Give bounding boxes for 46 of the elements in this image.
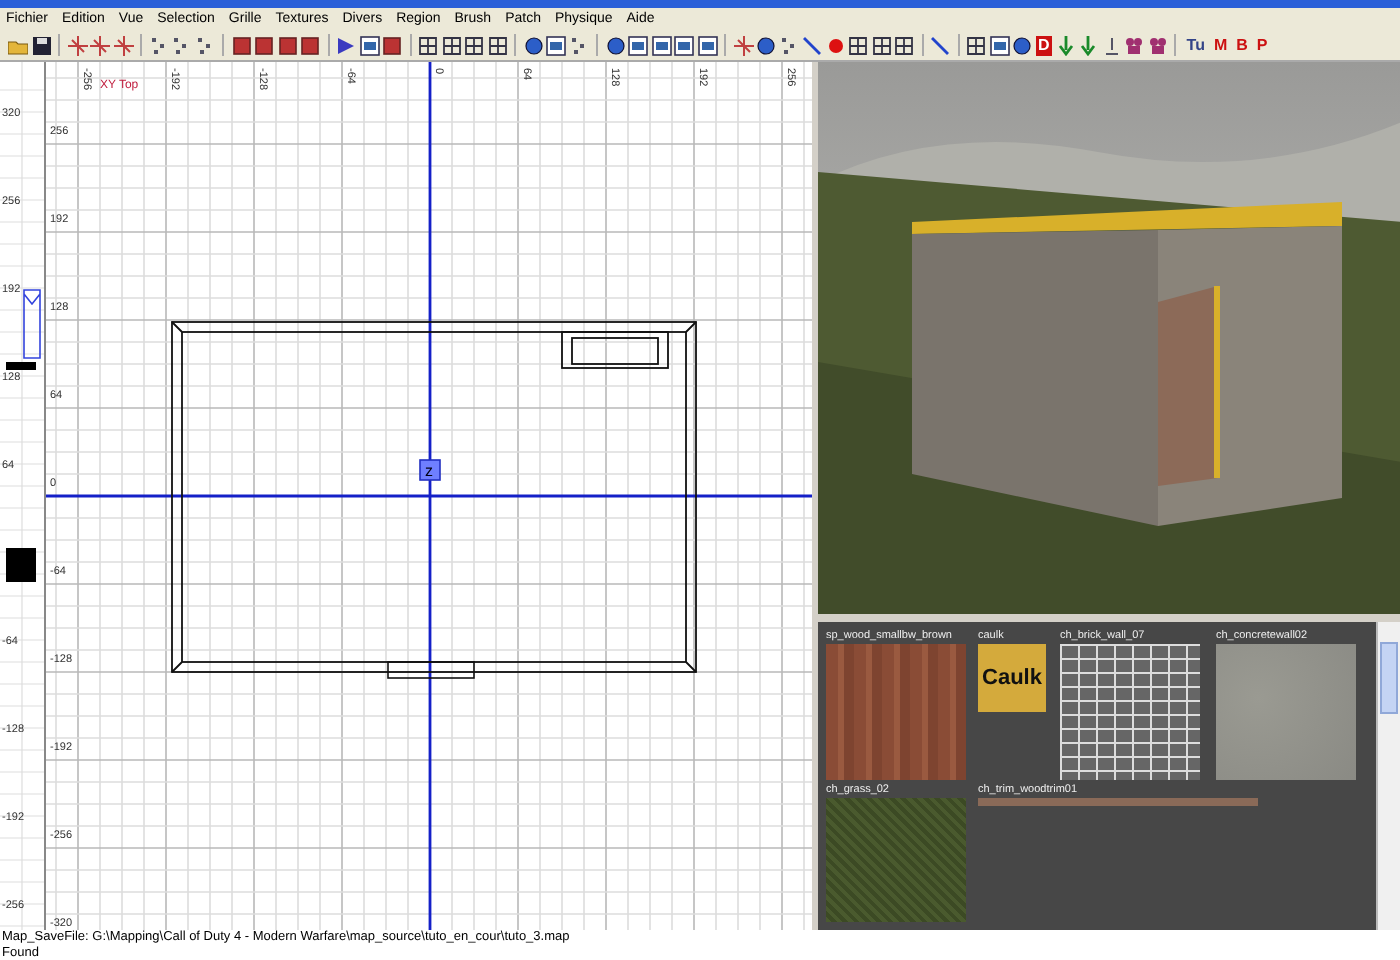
z-marker-label: z — [425, 462, 433, 480]
caulk-texture-tile[interactable]: Caulk — [978, 644, 1046, 712]
brush-outline — [23, 289, 41, 359]
grid-icon[interactable] — [441, 35, 461, 55]
concrete-texture-tile[interactable] — [1216, 644, 1356, 780]
arrow-icon[interactable] — [1078, 35, 1099, 55]
toolbar-letter-button[interactable]: P — [1253, 35, 1271, 55]
toolbar-letter-button[interactable]: B — [1233, 35, 1251, 55]
line-icon[interactable] — [802, 35, 822, 55]
grid-icon[interactable] — [894, 35, 914, 55]
cross-icon[interactable] — [113, 35, 133, 55]
dot-icon[interactable] — [825, 35, 845, 55]
scrollbar-thumb[interactable] — [1380, 642, 1398, 714]
line-icon[interactable] — [930, 35, 950, 55]
save-icon[interactable] — [31, 35, 51, 55]
circle-icon[interactable] — [756, 35, 776, 55]
grid-icon[interactable] — [848, 35, 868, 55]
brush-block — [6, 548, 36, 582]
window-icon[interactable] — [546, 35, 566, 55]
circle-icon[interactable] — [605, 35, 625, 55]
wood-texture-tile[interactable] — [826, 644, 966, 780]
toolbar-letter-button[interactable]: Tu — [1183, 35, 1208, 55]
trim-texture-tile[interactable] — [978, 798, 1258, 806]
window-icon[interactable] — [359, 35, 379, 55]
line-icon[interactable] — [1101, 35, 1122, 55]
grid-icon[interactable] — [487, 35, 507, 55]
block-icon[interactable] — [382, 35, 402, 55]
cross-icon[interactable] — [90, 35, 110, 55]
toolbar-letter-button[interactable]: M — [1210, 35, 1231, 55]
circle-icon[interactable] — [1012, 35, 1032, 55]
grid-icon[interactable] — [966, 35, 986, 55]
grid-icon[interactable] — [418, 35, 438, 55]
brush-block — [6, 362, 36, 370]
window-icon[interactable] — [989, 35, 1009, 55]
cross-icon[interactable] — [733, 35, 753, 55]
circle-icon[interactable] — [523, 35, 543, 55]
cross-icon[interactable] — [67, 35, 87, 55]
brick-texture-tile[interactable] — [1060, 644, 1200, 780]
grid-icon[interactable] — [871, 35, 891, 55]
z-marker[interactable] — [419, 459, 441, 481]
toolbar-letter-button[interactable]: D — [1035, 35, 1053, 55]
arrow-icon[interactable] — [1055, 35, 1076, 55]
3d-scene-drawing[interactable] — [818, 62, 1400, 614]
scrollbar[interactable] — [1376, 622, 1400, 930]
grid-icon[interactable] — [464, 35, 484, 55]
grass-texture-tile[interactable] — [826, 798, 966, 922]
